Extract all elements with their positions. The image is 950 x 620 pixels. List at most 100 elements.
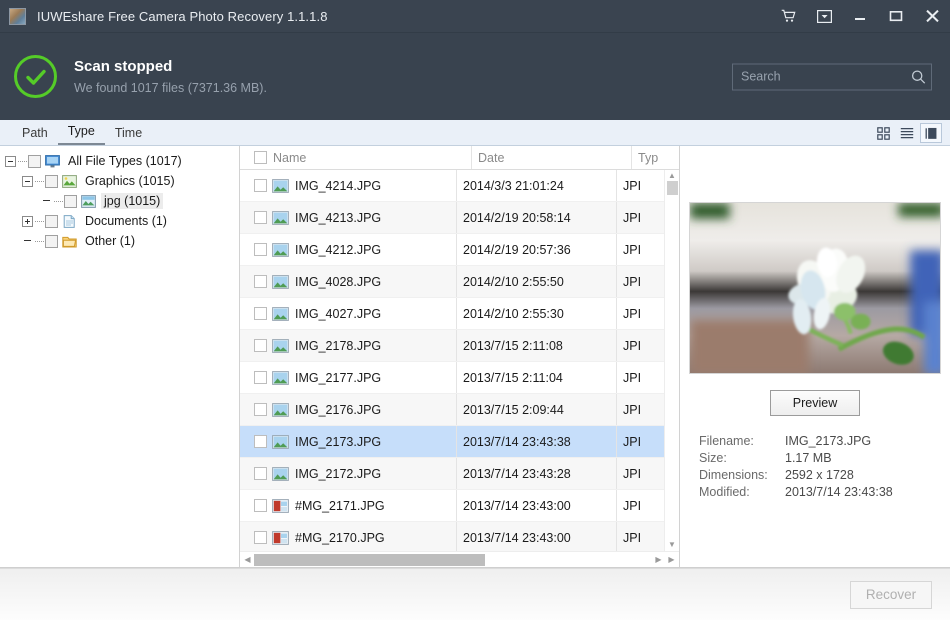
dropdown-icon[interactable] — [806, 0, 842, 32]
table-row[interactable]: IMG_2173.JPG 2013/7/14 23:43:38 JPI — [240, 426, 664, 458]
row-checkbox[interactable] — [254, 307, 267, 320]
horizontal-scroll-thumb[interactable] — [254, 553, 485, 566]
maximize-icon[interactable] — [878, 0, 914, 32]
column-header-date[interactable]: Date — [471, 146, 631, 169]
minimize-icon[interactable] — [842, 0, 878, 32]
tree-checkbox[interactable] — [45, 214, 58, 228]
column-header-date-label: Date — [478, 150, 505, 165]
file-name: IMG_4027.JPG — [295, 306, 382, 321]
preview-thumbnail — [689, 202, 941, 374]
scroll-left-arrow-icon[interactable]: ◀ — [241, 555, 254, 564]
tree-checkbox[interactable] — [64, 194, 77, 208]
tree-node-all-file-types[interactable]: All File Types (1017) — [0, 152, 239, 170]
metadata-row-modified: Modified: 2013/7/14 23:43:38 — [699, 484, 931, 501]
close-icon[interactable] — [914, 0, 950, 32]
row-checkbox[interactable] — [254, 467, 267, 480]
metadata-key: Size: — [699, 451, 727, 465]
vertical-scroll-thumb[interactable] — [666, 181, 678, 195]
scroll-right-arrow-icon-2[interactable]: ▶ — [665, 555, 678, 564]
title-bar: IUWEshare Free Camera Photo Recovery 1.1… — [0, 0, 950, 32]
table-row[interactable]: IMG_2178.JPG 2013/7/15 2:11:08 JPI — [240, 330, 664, 362]
scroll-down-arrow-icon[interactable]: ▼ — [668, 541, 676, 549]
expander-none — [41, 196, 52, 207]
expander-minus-icon[interactable] — [5, 155, 16, 167]
scan-status-band: Scan stopped We found 1017 files (7371.3… — [0, 32, 950, 120]
metadata-value: 1.17 MB — [785, 451, 832, 465]
cart-icon[interactable] — [770, 0, 806, 32]
file-type: JPI — [616, 458, 664, 489]
file-metadata: Filename: IMG_2173.JPG Size: 1.17 MB Dim… — [699, 433, 931, 501]
tree-checkbox[interactable] — [28, 154, 41, 168]
image-file-icon — [272, 402, 289, 417]
search-icon[interactable] — [906, 64, 931, 89]
file-date: 2013/7/14 23:43:38 — [456, 426, 616, 457]
file-date: 2014/2/10 2:55:50 — [456, 266, 616, 297]
column-header-type-label: Typ — [638, 150, 659, 165]
vertical-scrollbar[interactable]: ▲ ▼ — [664, 170, 679, 551]
horizontal-scrollbar[interactable]: ◀ ▶ ▶ — [240, 551, 679, 567]
row-checkbox[interactable] — [254, 435, 267, 448]
file-name: IMG_4028.JPG — [295, 274, 382, 289]
row-checkbox[interactable] — [254, 179, 267, 192]
detail-view-icon[interactable] — [920, 123, 942, 143]
table-row[interactable]: IMG_2176.JPG 2013/7/15 2:09:44 JPI — [240, 394, 664, 426]
column-header-type[interactable]: Typ — [631, 146, 679, 169]
table-row[interactable]: #MG_2170.JPG 2013/7/14 23:43:00 JPI — [240, 522, 664, 551]
file-date: 2013/7/15 2:11:08 — [456, 330, 616, 361]
row-checkbox[interactable] — [254, 243, 267, 256]
table-row[interactable]: IMG_4027.JPG 2014/2/10 2:55:30 JPI — [240, 298, 664, 330]
tree-checkbox[interactable] — [45, 234, 58, 248]
file-date: 2014/2/19 20:58:14 — [456, 202, 616, 233]
view-tab-bar: Path Type Time — [0, 120, 950, 146]
scroll-up-arrow-icon[interactable]: ▲ — [668, 172, 676, 180]
table-row[interactable]: IMG_4212.JPG 2014/2/19 20:57:36 JPI — [240, 234, 664, 266]
file-list-header: Name Date Typ — [240, 146, 679, 170]
row-checkbox[interactable] — [254, 403, 267, 416]
row-checkbox[interactable] — [254, 499, 267, 512]
metadata-row-filename: Filename: IMG_2173.JPG — [699, 433, 931, 450]
metadata-key: Filename: — [699, 434, 754, 448]
tree-node-graphics[interactable]: Graphics (1015) — [0, 172, 239, 190]
row-checkbox[interactable] — [254, 339, 267, 352]
file-date: 2013/7/15 2:11:04 — [456, 362, 616, 393]
table-row[interactable]: IMG_4028.JPG 2014/2/10 2:55:50 JPI — [240, 266, 664, 298]
search-box[interactable] — [732, 63, 932, 90]
tree-node-jpg[interactable]: jpg (1015) — [0, 192, 239, 210]
tree-checkbox[interactable] — [45, 174, 58, 188]
scroll-right-arrow-icon[interactable]: ▶ — [652, 555, 665, 564]
expander-minus-icon[interactable] — [22, 175, 33, 187]
recover-button[interactable]: Recover — [850, 580, 932, 609]
grid-view-icon[interactable] — [872, 123, 894, 143]
preview-pane: Preview Filename: IMG_2173.JPG Size: 1.1… — [680, 146, 950, 567]
horizontal-scroll-track[interactable] — [254, 553, 652, 566]
select-all-checkbox[interactable] — [254, 151, 267, 164]
file-date: 2014/3/3 21:01:24 — [456, 170, 616, 201]
tree-node-other[interactable]: Other (1) — [0, 232, 239, 250]
file-date: 2014/2/19 20:57:36 — [456, 234, 616, 265]
expander-plus-icon[interactable] — [22, 215, 33, 227]
tree-node-documents[interactable]: Documents (1) — [0, 212, 239, 230]
column-header-name[interactable]: Name — [240, 151, 471, 165]
row-checkbox[interactable] — [254, 371, 267, 384]
tab-type[interactable]: Type — [57, 122, 105, 145]
preview-button[interactable]: Preview — [770, 390, 860, 416]
row-checkbox[interactable] — [254, 531, 267, 544]
tab-time[interactable]: Time — [105, 124, 152, 145]
image-file-icon — [272, 274, 289, 289]
row-checkbox[interactable] — [254, 211, 267, 224]
metadata-row-size: Size: 1.17 MB — [699, 450, 931, 467]
table-row[interactable]: IMG_4213.JPG 2014/2/19 20:58:14 JPI — [240, 202, 664, 234]
search-input[interactable] — [733, 64, 906, 89]
main-body: All File Types (1017) Graphics (1015) jp… — [0, 146, 950, 568]
table-row[interactable]: IMG_2172.JPG 2013/7/14 23:43:28 JPI — [240, 458, 664, 490]
row-checkbox[interactable] — [254, 275, 267, 288]
image-file-icon — [272, 242, 289, 257]
application-window: IUWEshare Free Camera Photo Recovery 1.1… — [0, 0, 950, 620]
metadata-key: Dimensions: — [699, 468, 768, 482]
table-row[interactable]: #MG_2171.JPG 2013/7/14 23:43:00 JPI — [240, 490, 664, 522]
tab-path[interactable]: Path — [12, 124, 58, 145]
list-view-icon[interactable] — [896, 123, 918, 143]
table-row[interactable]: IMG_4214.JPG 2014/3/3 21:01:24 JPI — [240, 170, 664, 202]
scan-status-subtitle: We found 1017 files (7371.36 MB). — [74, 80, 267, 95]
table-row[interactable]: IMG_2177.JPG 2013/7/15 2:11:04 JPI — [240, 362, 664, 394]
